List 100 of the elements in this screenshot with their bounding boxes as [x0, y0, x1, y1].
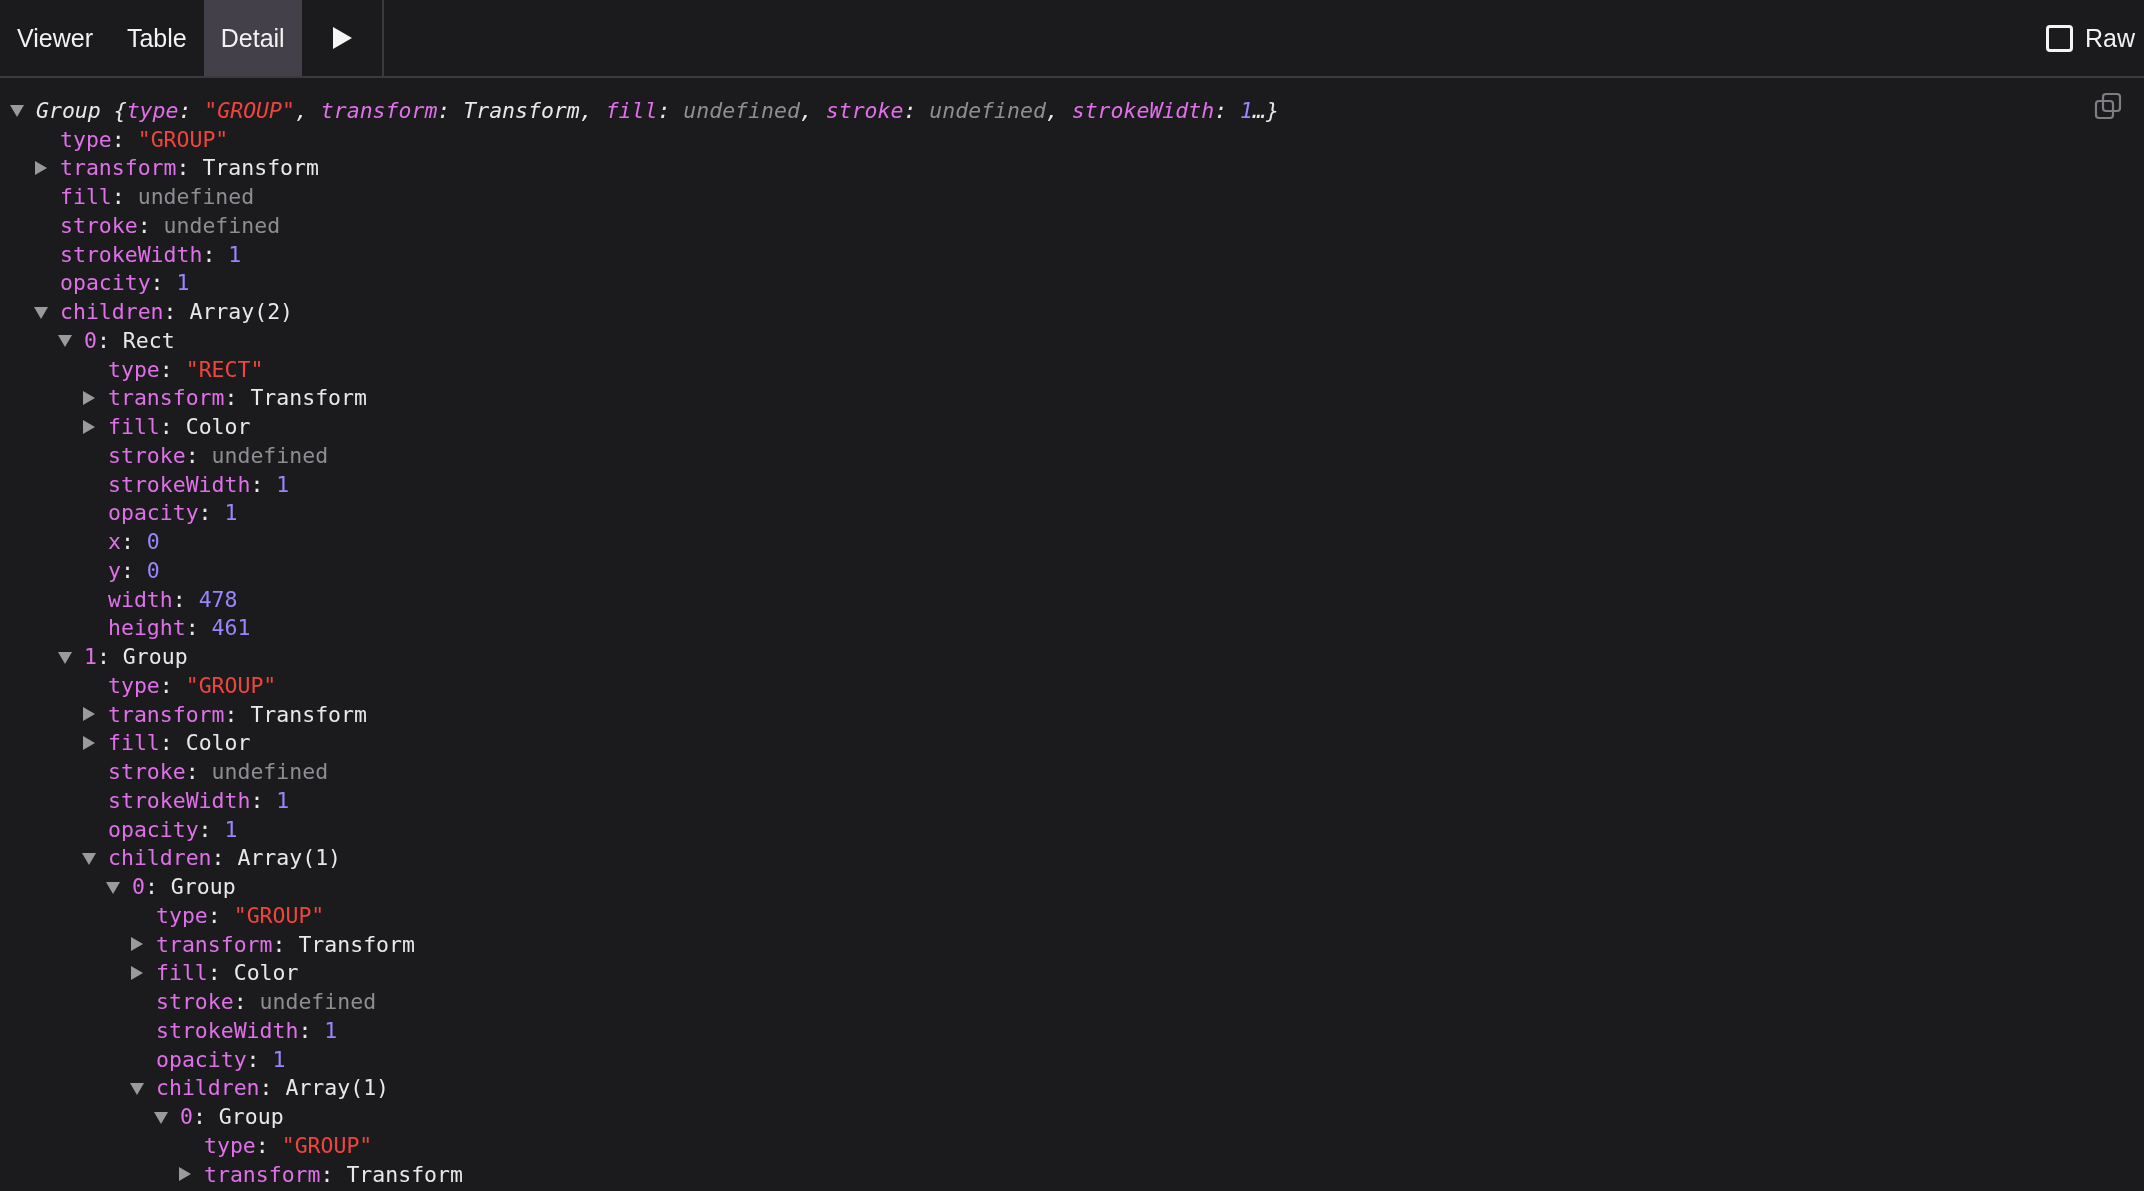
property-key: 0	[132, 874, 145, 900]
colon: :	[255, 1132, 269, 1158]
property-value: Color	[185, 730, 251, 756]
view-tab[interactable]: Table	[109, 0, 204, 76]
property-key: fill	[605, 97, 658, 123]
colon: :	[211, 845, 225, 871]
property-value: 1	[176, 270, 190, 296]
property-value: "RECT"	[185, 356, 264, 382]
property-value: undefined	[683, 97, 800, 123]
colon: :	[207, 960, 221, 986]
property-value: 1	[224, 816, 238, 842]
property-value: 1	[1240, 97, 1253, 123]
property-key: opacity	[60, 270, 151, 296]
property-key: x	[108, 529, 121, 555]
copy-icon	[2094, 92, 2122, 120]
property-value: undefined	[211, 442, 329, 468]
expand-triangle-icon[interactable]	[34, 160, 48, 175]
property-value: "GROUP"	[204, 97, 295, 123]
property-value: Rect	[122, 327, 175, 353]
property-value: "GROUP"	[233, 902, 325, 928]
collapse-triangle-icon[interactable]	[58, 333, 72, 348]
property-value: "GROUP"	[185, 672, 277, 698]
view-tab[interactable]: Detail	[203, 0, 302, 76]
comma: ,	[1045, 97, 1059, 123]
collapse-triangle-icon[interactable]	[130, 1080, 144, 1095]
colon: :	[320, 1161, 334, 1187]
colon: :	[163, 299, 177, 325]
colon: :	[246, 1046, 260, 1072]
comma: ,	[294, 97, 308, 123]
property-value: Color	[185, 414, 251, 440]
property-key: transform	[156, 931, 273, 957]
colon: :	[185, 759, 199, 785]
property-key: height	[108, 615, 186, 641]
property-value: Array(1)	[285, 1075, 390, 1101]
colon: :	[185, 442, 199, 468]
colon: :	[159, 672, 173, 698]
colon: :	[202, 241, 216, 267]
colon: :	[137, 212, 151, 238]
comma: ,	[579, 97, 593, 123]
property-value: Group	[218, 1104, 284, 1130]
property-value: Array(2)	[189, 299, 294, 325]
collapse-triangle-icon[interactable]	[10, 103, 24, 118]
expand-triangle-icon[interactable]	[82, 707, 96, 722]
collapse-triangle-icon[interactable]	[34, 304, 48, 319]
property-value: 0	[146, 529, 160, 555]
property-key: 0	[84, 327, 97, 353]
property-value: 1	[276, 471, 290, 497]
expand-triangle-icon[interactable]	[130, 937, 144, 952]
collapse-triangle-icon[interactable]	[154, 1109, 168, 1124]
property-key: children	[156, 1075, 260, 1101]
colon: :	[250, 787, 264, 813]
property-value: Group	[170, 874, 236, 900]
property-key: type	[108, 356, 160, 382]
colon: :	[298, 1017, 312, 1043]
property-key: strokeWidth	[108, 471, 251, 497]
raw-checkbox[interactable]: Raw	[2046, 0, 2144, 76]
colon: :	[185, 615, 199, 641]
colon: :	[657, 97, 671, 123]
colon: :	[159, 414, 173, 440]
colon: :	[96, 644, 110, 670]
property-value: 0	[146, 557, 160, 583]
checkbox-icon[interactable]	[2046, 24, 2073, 52]
property-key: opacity	[156, 1046, 247, 1072]
property-key: stroke	[60, 212, 138, 238]
expand-triangle-icon[interactable]	[130, 965, 144, 980]
property-key: strokeWidth	[1071, 97, 1215, 123]
property-value: Color	[233, 960, 299, 986]
brace: {	[113, 97, 127, 123]
colon: :	[198, 816, 212, 842]
collapse-triangle-icon[interactable]	[58, 649, 72, 664]
property-value: undefined	[137, 184, 255, 210]
property-value: undefined	[929, 97, 1046, 123]
colon: :	[150, 270, 164, 296]
colon: :	[198, 500, 212, 526]
property-value: "GROUP"	[281, 1132, 373, 1158]
expand-triangle-icon[interactable]	[82, 390, 96, 405]
colon: :	[259, 1075, 273, 1101]
ellipsis-brace: …}	[1253, 97, 1279, 123]
colon: :	[272, 931, 286, 957]
collapse-triangle-icon[interactable]	[82, 850, 96, 865]
expand-triangle-icon[interactable]	[82, 735, 96, 750]
property-value: 1	[276, 787, 290, 813]
colon: :	[144, 874, 158, 900]
property-value: 461	[211, 615, 251, 641]
colon: :	[159, 356, 173, 382]
expand-triangle-icon[interactable]	[178, 1167, 192, 1182]
colon: :	[437, 97, 451, 123]
property-key: fill	[156, 960, 208, 986]
collapse-triangle-icon[interactable]	[106, 879, 120, 894]
copy-button[interactable]	[2094, 92, 2122, 120]
property-value: 1	[324, 1017, 338, 1043]
property-key: stroke	[156, 989, 234, 1015]
property-key: opacity	[108, 500, 199, 526]
property-key: fill	[108, 730, 160, 756]
property-key: type	[126, 97, 179, 123]
view-tab[interactable]: Viewer	[0, 0, 110, 76]
property-value: undefined	[211, 759, 329, 785]
expand-triangle-icon[interactable]	[82, 419, 96, 434]
property-value: Transform	[250, 701, 367, 727]
property-key: transform	[108, 701, 225, 727]
